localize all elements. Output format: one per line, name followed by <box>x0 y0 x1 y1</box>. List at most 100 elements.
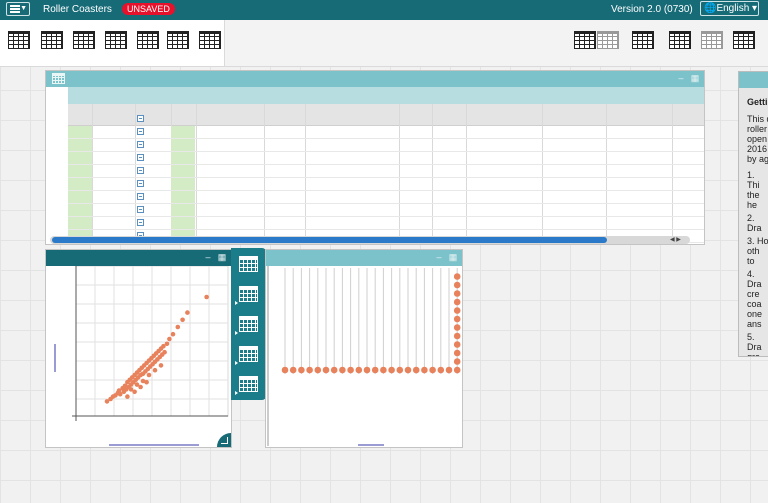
document-title[interactable]: Roller Coasters <box>43 4 112 15</box>
data-point[interactable] <box>289 366 297 374</box>
data-point[interactable] <box>453 341 461 348</box>
collapse-row-icon[interactable] <box>137 219 144 226</box>
data-point[interactable] <box>363 366 371 374</box>
collapse-row-icon[interactable] <box>137 193 144 200</box>
redo-button[interactable] <box>597 31 619 49</box>
data-point[interactable] <box>281 366 289 374</box>
data-point[interactable] <box>158 363 164 368</box>
row-index-cell[interactable] <box>68 204 92 216</box>
table-row[interactable] <box>68 204 704 217</box>
dot-plot-window[interactable]: – ▦ <box>265 249 463 448</box>
case-table-titlebar[interactable]: – ▦ <box>46 71 704 87</box>
scatter-plot[interactable] <box>46 266 231 447</box>
row-index-cell[interactable] <box>171 217 195 229</box>
data-point[interactable] <box>453 332 461 340</box>
slider-tool-button[interactable] <box>105 31 127 49</box>
tile-list-button[interactable] <box>632 31 654 49</box>
data-point[interactable] <box>371 366 379 374</box>
row-index-cell[interactable] <box>68 139 92 151</box>
row-index-cell[interactable] <box>171 165 195 177</box>
data-point[interactable] <box>453 366 461 374</box>
guide-button[interactable] <box>733 31 755 49</box>
graph-titlebar[interactable]: – ▦ <box>46 250 231 266</box>
data-point[interactable] <box>453 273 461 280</box>
data-point[interactable] <box>453 349 461 357</box>
data-point[interactable] <box>167 336 172 342</box>
text-body[interactable]: Getti This drolleropen2016by ag 1. Thi t… <box>747 94 768 356</box>
case-table-window[interactable]: – ▦ ◀ ▶ <box>45 70 705 245</box>
calc-tool-button[interactable] <box>137 31 159 49</box>
table-tool-button[interactable] <box>8 31 30 49</box>
resize-button[interactable] <box>239 286 258 302</box>
plugin-tool-button[interactable] <box>199 31 221 49</box>
row-index-cell[interactable] <box>68 126 92 138</box>
data-point[interactable] <box>125 394 130 399</box>
data-point[interactable] <box>164 341 170 347</box>
ruler-button[interactable] <box>239 346 258 362</box>
data-point[interactable] <box>429 366 436 374</box>
row-index-cell[interactable] <box>171 152 195 164</box>
data-point[interactable] <box>339 366 346 374</box>
minimize-icon[interactable]: – <box>676 73 686 83</box>
collapse-row-icon[interactable] <box>137 206 144 213</box>
table-row[interactable] <box>68 139 704 152</box>
data-point[interactable] <box>298 366 305 374</box>
data-point[interactable] <box>453 315 461 323</box>
table-row[interactable] <box>68 126 704 139</box>
data-point[interactable] <box>445 366 453 374</box>
data-point[interactable] <box>453 358 461 365</box>
minimize-icon[interactable]: – <box>434 252 444 262</box>
table-row[interactable] <box>68 152 704 165</box>
data-point[interactable] <box>453 281 461 289</box>
data-point[interactable] <box>421 366 428 374</box>
text-component-window[interactable]: Getti This drolleropen2016by ag 1. Thi t… <box>738 71 768 357</box>
scrollbar-thumb[interactable] <box>52 237 607 243</box>
scatter-graph-window[interactable]: – ▦ <box>45 249 232 448</box>
map-tool-button[interactable] <box>73 31 95 49</box>
data-point[interactable] <box>355 366 363 374</box>
close-icon[interactable]: ▦ <box>448 252 458 262</box>
collapse-all-icon[interactable] <box>137 115 144 122</box>
language-menu-button[interactable]: 🌐English ▾ <box>700 1 759 16</box>
data-point[interactable] <box>132 389 137 395</box>
data-point[interactable] <box>453 298 461 306</box>
info-button[interactable] <box>239 256 258 272</box>
data-point[interactable] <box>162 349 167 355</box>
data-point[interactable] <box>380 366 387 374</box>
collapse-row-icon[interactable] <box>137 167 144 174</box>
data-point[interactable] <box>453 324 461 331</box>
graph-tool-button[interactable] <box>41 31 63 49</box>
data-point[interactable] <box>412 366 420 374</box>
dot-plot[interactable] <box>266 266 462 447</box>
row-index-cell[interactable] <box>68 191 92 203</box>
table-row[interactable] <box>68 191 704 204</box>
dot-points[interactable] <box>281 273 461 374</box>
table-row[interactable] <box>68 217 704 230</box>
data-point[interactable] <box>347 366 354 374</box>
graph-titlebar[interactable]: – ▦ <box>266 250 462 266</box>
row-index-cell[interactable] <box>171 204 195 216</box>
data-point[interactable] <box>185 310 190 315</box>
data-point[interactable] <box>138 384 143 390</box>
hamburger-menu-button[interactable]: ▼ <box>6 2 30 16</box>
help-button[interactable] <box>701 31 723 49</box>
options-button[interactable] <box>669 31 691 49</box>
data-point[interactable] <box>453 307 461 314</box>
row-index-cell[interactable] <box>68 217 92 229</box>
scroll-arrows-icon[interactable]: ◀ ▶ <box>670 236 688 244</box>
text-titlebar[interactable] <box>739 72 768 88</box>
column-header-row[interactable] <box>68 104 704 126</box>
close-icon[interactable]: ▦ <box>690 73 700 83</box>
data-point[interactable] <box>170 331 176 337</box>
data-point[interactable] <box>322 366 330 374</box>
minimize-icon[interactable]: – <box>203 252 213 262</box>
data-point[interactable] <box>437 366 445 374</box>
data-point[interactable] <box>388 366 395 374</box>
collapse-row-icon[interactable] <box>137 128 144 135</box>
data-point[interactable] <box>396 366 404 374</box>
data-point[interactable] <box>404 366 412 374</box>
table-row[interactable] <box>68 165 704 178</box>
row-index-cell[interactable] <box>68 165 92 177</box>
row-index-cell[interactable] <box>171 139 195 151</box>
collapse-row-icon[interactable] <box>137 154 144 161</box>
